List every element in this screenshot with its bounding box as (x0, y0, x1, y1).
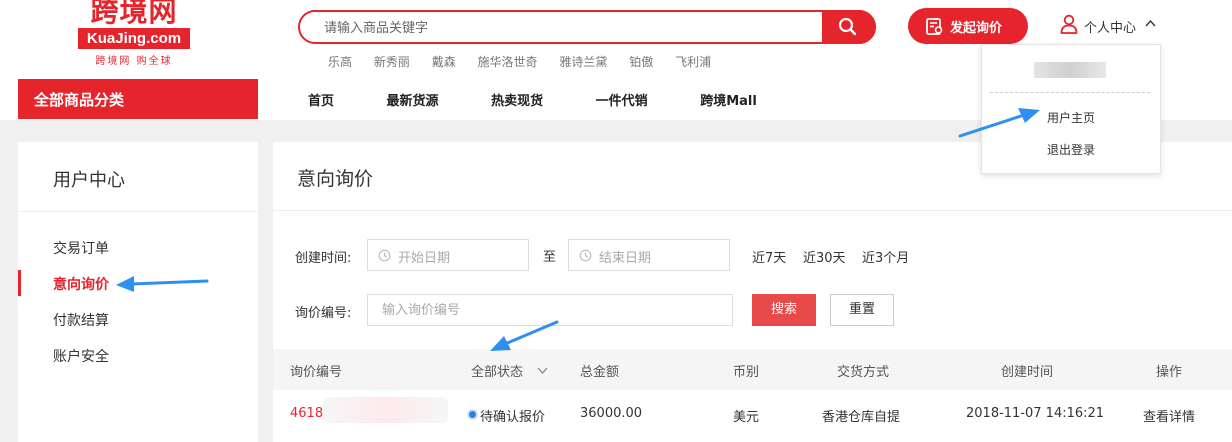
chevron-up-icon (1145, 19, 1156, 27)
status-cell: 待确认报价 (467, 406, 545, 425)
redacted-inquiry-no (323, 397, 448, 423)
nav-item-mall[interactable]: 跨境Mall (700, 94, 757, 109)
menu-item-logout[interactable]: 退出登录 (982, 141, 1160, 158)
column-header-delivery: 交货方式 (837, 365, 890, 380)
column-header-created: 创建时间 (1001, 365, 1054, 380)
sidebar-item-payment[interactable]: 付款结算 (53, 310, 109, 330)
sidebar-item-security[interactable]: 账户安全 (53, 346, 109, 366)
start-inquiry-label: 发起询价 (950, 21, 1003, 36)
menu-item-user-home[interactable]: 用户主页 (982, 109, 1160, 126)
all-categories-button[interactable]: 全部商品分类 (18, 79, 258, 119)
main-panel: 意向询价 创建时间: 开始日期 至 结束日期 近7天 近30天 近3个月 询价编… (273, 142, 1232, 442)
user-icon (1060, 14, 1078, 34)
delivery-cell: 香港仓库自提 (822, 410, 901, 425)
clock-icon (579, 249, 592, 262)
sidebar: 用户中心 交易订单 意向询价 付款结算 账户安全 (18, 142, 258, 442)
column-header-currency: 币别 (733, 365, 760, 380)
table-header: 询价编号 全部状态 总金额 币别 交货方式 创建时间 操作 (273, 349, 1232, 390)
column-header-action: 操作 (1156, 365, 1183, 380)
redacted-username (1034, 62, 1106, 78)
hot-keyword[interactable]: 雅诗兰黛 (559, 55, 607, 69)
title-divider (273, 210, 1232, 211)
user-center-label: 个人中心 (1084, 21, 1137, 36)
created-time-label: 创建时间: (295, 251, 352, 266)
quick-range-7-days[interactable]: 近7天 (752, 247, 786, 266)
currency-cell: 美元 (733, 410, 760, 425)
main-nav: 首页 最新货源 热卖现货 一件代销 跨境Mall (308, 90, 805, 109)
date-range-separator: 至 (543, 250, 557, 265)
sidebar-item-inquiry[interactable]: 意向询价 (53, 274, 109, 294)
search-input[interactable] (322, 16, 816, 40)
reset-button[interactable]: 重置 (830, 294, 894, 326)
all-categories-label: 全部商品分类 (34, 91, 125, 109)
sidebar-divider (18, 211, 258, 212)
nav-item-hot-stock[interactable]: 热卖现货 (491, 94, 543, 109)
created-time-cell: 2018-11-07 14:16:21 (966, 406, 1105, 421)
site-logo[interactable]: 跨境网 KuaJing.com 跨境网 购全球 (78, 0, 190, 67)
end-date-input[interactable]: 结束日期 (568, 239, 730, 271)
column-header-status: 全部状态 (471, 365, 524, 380)
hot-keywords: 乐高 新秀丽 戴森 施华洛世奇 雅诗兰黛 铂傲 飞利浦 (328, 53, 729, 70)
hot-keyword[interactable]: 飞利浦 (675, 55, 711, 69)
status-filter-dropdown[interactable]: 全部状态 (471, 361, 548, 380)
page-title: 意向询价 (297, 168, 374, 190)
nav-item-latest-supply[interactable]: 最新货源 (387, 94, 439, 109)
sidebar-active-marker (18, 270, 21, 296)
search-button[interactable] (822, 10, 876, 44)
chevron-down-icon (537, 367, 548, 374)
status-text: 待确认报价 (480, 410, 546, 425)
view-details-link[interactable]: 查看详情 (1143, 406, 1195, 425)
start-date-placeholder: 开始日期 (398, 251, 451, 266)
dropdown-divider (990, 92, 1150, 93)
inquiry-no-input[interactable] (367, 294, 733, 326)
hot-keyword[interactable]: 铂傲 (629, 55, 653, 69)
column-header-amount: 总金额 (580, 365, 620, 380)
hot-keyword[interactable]: 施华洛世奇 (478, 55, 538, 69)
quick-range-30-days[interactable]: 近30天 (803, 247, 846, 266)
end-date-placeholder: 结束日期 (599, 251, 652, 266)
user-dropdown-menu: 用户主页 退出登录 (981, 44, 1161, 174)
search-box (298, 10, 876, 44)
search-icon (838, 17, 857, 36)
quick-range-3-months[interactable]: 近3个月 (862, 247, 909, 266)
hot-keyword[interactable]: 新秀丽 (374, 55, 410, 69)
start-date-input[interactable]: 开始日期 (367, 239, 529, 271)
hot-keyword[interactable]: 乐高 (328, 55, 352, 69)
sidebar-title: 用户中心 (53, 170, 125, 191)
clock-icon (378, 249, 391, 262)
logo-tagline: 跨境网 购全球 (95, 56, 173, 67)
logo-en: KuaJing.com (78, 28, 190, 49)
amount-cell: 36000.00 (580, 406, 643, 421)
search-button[interactable]: 搜索 (752, 294, 816, 326)
sidebar-item-orders[interactable]: 交易订单 (53, 238, 109, 258)
nav-item-dropship[interactable]: 一件代销 (596, 94, 648, 109)
table-row: 4618 待确认报价 36000.00 美元 香港仓库自提 2018-11-07… (273, 392, 1232, 438)
inquiry-no-label: 询价编号: (295, 306, 352, 321)
nav-item-home[interactable]: 首页 (308, 94, 334, 109)
inquiry-form-icon (926, 18, 943, 35)
start-inquiry-button[interactable]: 发起询价 (908, 8, 1028, 44)
logo-cn: 跨境网 (90, 0, 178, 28)
hot-keyword[interactable]: 戴森 (432, 55, 456, 69)
inquiry-no-link[interactable]: 4618 (290, 406, 323, 421)
status-dot-icon (467, 409, 478, 420)
column-header-inquiry-no: 询价编号 (290, 365, 343, 380)
